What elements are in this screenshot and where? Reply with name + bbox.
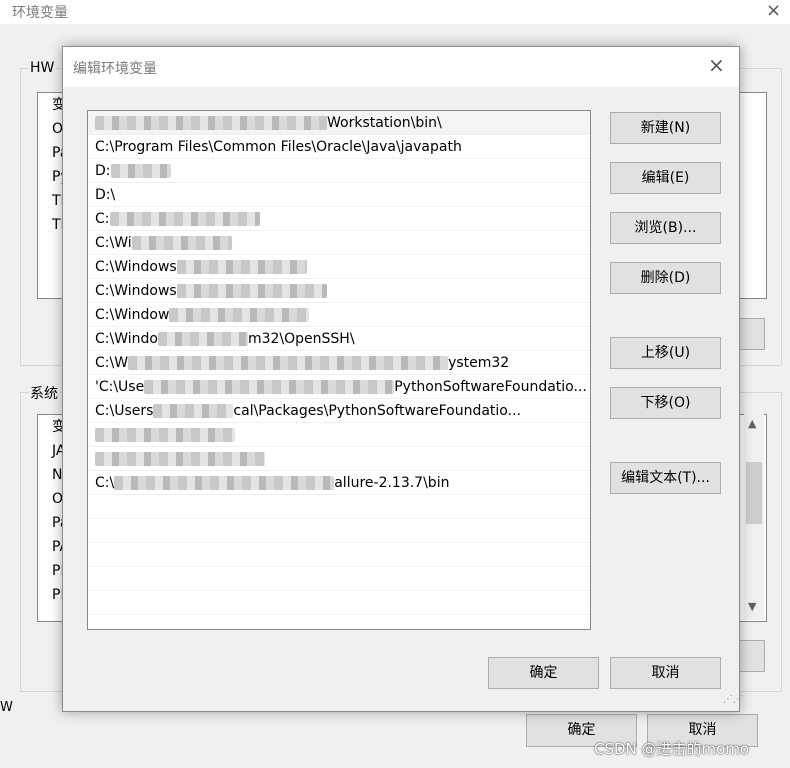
cancel-button[interactable]: 取消 <box>610 657 721 689</box>
bg-window-title: 环境变量 <box>12 5 68 21</box>
path-prefix: C:\W <box>95 355 129 371</box>
bg-title-bar <box>0 0 790 24</box>
path-list-empty-row[interactable] <box>88 543 590 567</box>
path-suffix: allure-2.13.7\bin <box>334 475 450 491</box>
redacted-block <box>169 308 310 322</box>
system-group-label: 系统 <box>28 383 60 403</box>
path-prefix: 'C:\Use <box>95 379 145 395</box>
system-list-scrollbar[interactable]: ▲ ▼ <box>744 414 764 620</box>
path-prefix: C:\ <box>95 475 115 491</box>
dialog-title: 编辑环境变量 <box>73 61 157 77</box>
scrollbar-thumb[interactable] <box>746 462 762 524</box>
redacted-block <box>153 404 234 418</box>
redacted-block <box>95 428 235 442</box>
scroll-down-icon[interactable]: ▼ <box>748 600 756 613</box>
path-list-item[interactable]: C:\Windows <box>88 255 590 279</box>
edit-text-button[interactable]: 编辑文本(T)... <box>610 462 721 494</box>
redacted-block <box>144 380 395 394</box>
path-list-item[interactable]: C:\Window <box>88 303 590 327</box>
path-prefix: D:\ <box>95 187 116 203</box>
path-suffix: PythonSoftwareFoundatio... <box>394 379 587 395</box>
path-list-empty-row[interactable] <box>88 495 590 519</box>
path-list-item[interactable]: D:\ <box>88 183 590 207</box>
path-list-item[interactable] <box>88 447 590 471</box>
path-list-item[interactable]: 'C:\Use PythonSoftwareFoundatio... <box>88 375 590 399</box>
path-suffix: C:\Program Files\Common Files\Oracle\Jav… <box>95 139 462 155</box>
path-list-empty-row[interactable] <box>88 567 590 591</box>
path-prefix: C:\Users <box>95 403 154 419</box>
edit-button[interactable]: 编辑(E) <box>610 162 721 194</box>
path-suffix: cal\Packages\PythonSoftwareFoundatio... <box>233 403 521 419</box>
user-group-label: HW <box>28 60 57 76</box>
redacted-block <box>157 332 248 346</box>
redacted-block <box>176 260 307 274</box>
path-prefix: C:\Windo <box>95 331 158 347</box>
path-prefix: C:\Wi <box>95 235 132 251</box>
path-list-item[interactable]: C:\Wi <box>88 231 590 255</box>
path-list-item[interactable]: C:\Program Files\Common Files\Oracle\Jav… <box>88 135 590 159</box>
redacted-block <box>131 236 232 250</box>
path-list-item[interactable]: C:\Windo m32\OpenSSH\ <box>88 327 590 351</box>
path-list-empty-row[interactable] <box>88 615 590 629</box>
path-prefix: C: <box>95 211 110 227</box>
bg-close-icon[interactable]: × <box>766 0 781 21</box>
path-list-empty-row[interactable] <box>88 591 590 615</box>
path-prefix: C:\Windows <box>95 283 177 299</box>
path-list-item[interactable] <box>88 423 590 447</box>
redacted-block <box>114 476 335 490</box>
resize-grip-icon[interactable]: ⋰⋰ <box>723 695 743 709</box>
redacted-block <box>109 212 260 226</box>
path-list-item[interactable]: C:\Users cal\Packages\PythonSoftwareFound… <box>88 399 590 423</box>
path-list-item[interactable]: C:\W ystem32 <box>88 351 590 375</box>
dialog-close-icon[interactable]: × <box>708 53 725 77</box>
redacted-block <box>110 164 171 178</box>
dialog-title-bar <box>63 47 739 87</box>
path-prefix: D: <box>95 163 111 179</box>
csdn-watermark: CSDN @进击的momo <box>594 740 750 758</box>
redacted-block <box>95 452 265 466</box>
redacted-block <box>95 116 327 130</box>
path-list-item[interactable]: Workstation\bin\ <box>88 111 590 135</box>
path-list-item[interactable]: D: <box>88 159 590 183</box>
path-suffix: ystem32 <box>448 355 510 371</box>
path-suffix: Workstation\bin\ <box>327 115 442 131</box>
path-prefix: C:\Windows <box>95 259 177 275</box>
path-list-empty-row[interactable] <box>88 519 590 543</box>
browse-button[interactable]: 浏览(B)... <box>610 212 721 244</box>
edit-environment-variable-dialog: 编辑环境变量 × Workstation\bin\ C:\Program File… <box>62 46 743 712</box>
scroll-up-icon[interactable]: ▲ <box>748 417 756 430</box>
ok-button[interactable]: 确定 <box>488 657 599 689</box>
move-up-button[interactable]: 上移(U) <box>610 337 721 369</box>
path-list-item[interactable]: C:\ allure-2.13.7\bin <box>88 471 590 495</box>
path-prefix: C:\Window <box>95 307 170 323</box>
path-list-item[interactable]: C: <box>88 207 590 231</box>
path-suffix: m32\OpenSSH\ <box>247 331 355 347</box>
path-list[interactable]: Workstation\bin\ C:\Program Files\Common … <box>87 110 591 630</box>
move-down-button[interactable]: 下移(O) <box>610 387 721 419</box>
new-button[interactable]: 新建(N) <box>610 112 721 144</box>
redacted-block <box>128 356 449 370</box>
left-edge-text: W <box>0 700 13 715</box>
delete-button[interactable]: 删除(D) <box>610 262 721 294</box>
path-list-item[interactable]: C:\Windows <box>88 279 590 303</box>
redacted-block <box>176 284 327 298</box>
